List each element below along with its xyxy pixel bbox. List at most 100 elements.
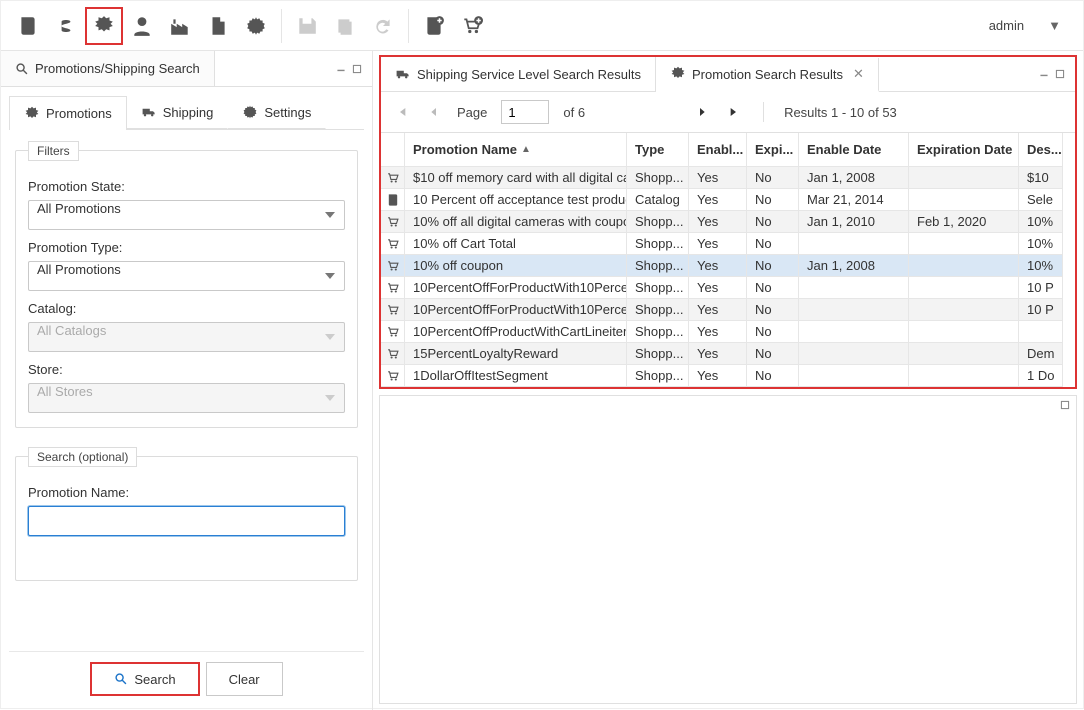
search-legend: Search (optional) [28,447,137,467]
user-icon [131,15,153,37]
pager: Page of 6 Results 1 - 10 of 53 [381,92,1075,133]
results-tab[interactable]: Shipping Service Level Search Results [381,57,656,91]
user-menu[interactable]: admin ▼ [989,18,1075,33]
minimize-icon[interactable] [1039,69,1049,79]
cell-name[interactable]: 10PercentOffForProductWith10Percent... [405,277,627,299]
next-page-button[interactable] [693,103,711,121]
cell-enable-date: Jan 1, 2010 [799,211,909,233]
close-icon[interactable]: ✕ [853,66,864,82]
cell-enable-date [799,299,909,321]
cell-enabled: Yes [689,321,747,343]
results-tab[interactable]: Promotion Search Results ✕ [656,58,879,92]
cart-icon [386,369,400,383]
cell-type: Shopp... [627,255,689,277]
cell-name[interactable]: $10 off memory card with all digital cam… [405,167,627,189]
cell-desc: 10% [1019,211,1063,233]
search-button[interactable]: Search [90,662,199,696]
toolbar-cart-plus-button[interactable] [453,7,491,45]
cell-expired: No [747,233,799,255]
tab-shipping[interactable]: Shipping [126,95,229,129]
row-icon [381,365,405,387]
column-header[interactable]: Promotion Name [405,133,627,167]
promotion-name-input[interactable] [28,506,345,536]
column-header[interactable]: Expi... [747,133,799,167]
cell-expired: No [747,211,799,233]
cell-name[interactable]: 1DollarOffItestSegment [405,365,627,387]
cell-expired: No [747,277,799,299]
prev-page-button[interactable] [425,103,443,121]
cell-type: Shopp... [627,343,689,365]
cell-name[interactable]: 10% off Cart Total [405,233,627,255]
cart-icon [386,215,400,229]
cart-plus-icon [461,15,483,37]
left-panel-tab[interactable]: Promotions/Shipping Search [1,51,215,87]
cell-name[interactable]: 10% off coupon [405,255,627,277]
gear-icon [245,15,267,37]
toolbar-file-button[interactable] [199,7,237,45]
toolbar-user-button[interactable] [123,7,161,45]
toolbar-book-button[interactable] [9,7,47,45]
column-header[interactable]: Enabl... [689,133,747,167]
toolbar-dollar-button[interactable] [47,7,85,45]
maximize-icon[interactable] [1060,400,1070,410]
cell-name[interactable]: 10PercentOffProductWithCartLineitemP... [405,321,627,343]
gear-icon [242,104,258,120]
clear-button[interactable]: Clear [206,662,283,696]
cell-type: Catalog [627,189,689,211]
cell-desc: 10 P [1019,299,1063,321]
book-icon [17,15,39,37]
state-label: Promotion State: [28,179,345,194]
toolbar-copy-button[interactable] [326,7,364,45]
toolbar-factory-button[interactable] [161,7,199,45]
cart-icon [386,171,400,185]
cell-expired: No [747,365,799,387]
cart-icon [386,347,400,361]
page-input[interactable] [501,100,549,124]
cell-enabled: Yes [689,211,747,233]
tab-promotions[interactable]: Promotions [9,96,127,130]
cell-enable-date [799,343,909,365]
column-header[interactable]: Enable Date [799,133,909,167]
cell-type: Shopp... [627,365,689,387]
tab-settings[interactable]: Settings [227,95,326,129]
detail-panel [379,395,1077,704]
column-header[interactable]: Type [627,133,689,167]
type-label: Promotion Type: [28,240,345,255]
cart-icon [386,303,400,317]
cell-desc [1019,321,1063,343]
toolbar-refresh-button[interactable] [364,7,402,45]
cell-expired: No [747,343,799,365]
column-header[interactable] [381,133,405,167]
search-icon [114,672,128,686]
first-page-button[interactable] [393,103,411,121]
row-icon [381,343,405,365]
toolbar-book-plus-button[interactable] [415,7,453,45]
column-header[interactable]: Expiration Date [909,133,1019,167]
column-header[interactable]: Des... [1019,133,1063,167]
toolbar-badge-button[interactable] [85,7,123,45]
cell-expiration-date [909,233,1019,255]
type-select[interactable]: All Promotions [28,261,345,291]
maximize-icon[interactable] [352,64,362,74]
cell-expiration-date [909,299,1019,321]
filters-legend: Filters [28,141,79,161]
state-select[interactable]: All Promotions [28,200,345,230]
store-label: Store: [28,362,345,377]
cell-name[interactable]: 10PercentOffForProductWith10Percent... [405,299,627,321]
row-icon [381,321,405,343]
last-page-button[interactable] [725,103,743,121]
cell-type: Shopp... [627,167,689,189]
row-icon [381,299,405,321]
maximize-icon[interactable] [1055,69,1065,79]
cell-name[interactable]: 10 Percent off acceptance test products [405,189,627,211]
toolbar-gear-button[interactable] [237,7,275,45]
cell-enabled: Yes [689,167,747,189]
minimize-icon[interactable] [336,64,346,74]
cell-desc: $10 [1019,167,1063,189]
row-icon [381,255,405,277]
cell-name[interactable]: 15PercentLoyaltyReward [405,343,627,365]
cell-expiration-date [909,343,1019,365]
book-icon [386,193,400,207]
cell-name[interactable]: 10% off all digital cameras with coupon [405,211,627,233]
toolbar-save-button[interactable] [288,7,326,45]
